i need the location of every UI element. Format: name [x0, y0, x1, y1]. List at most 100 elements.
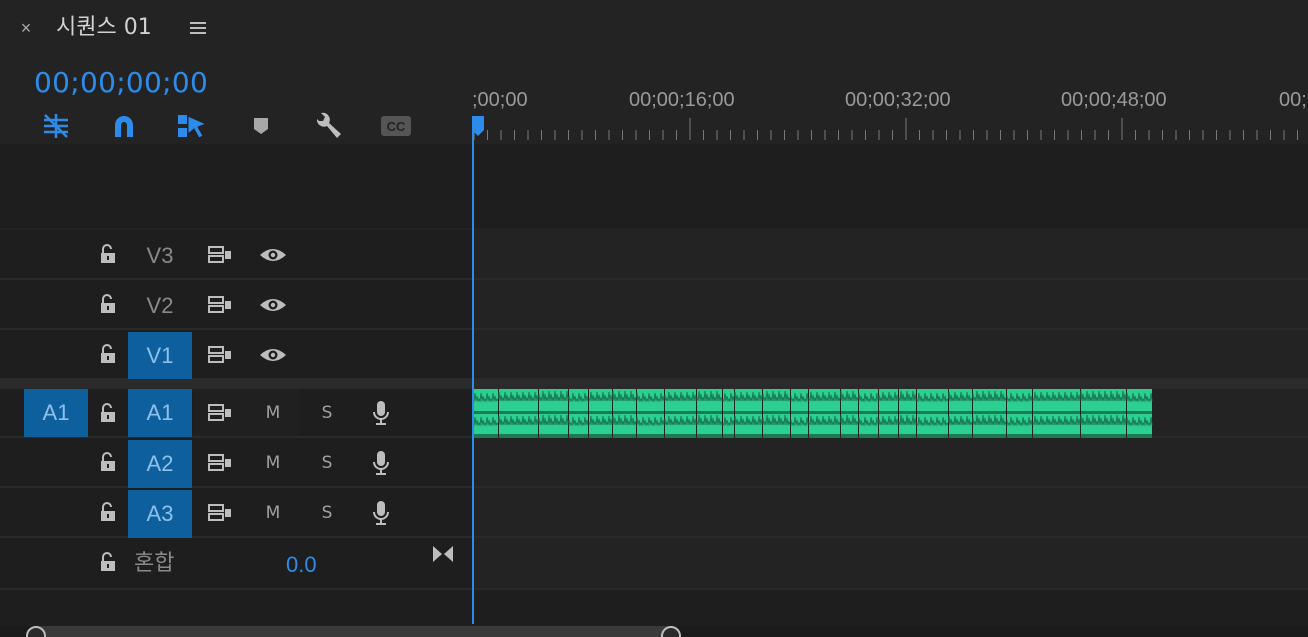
sync-lock-toggle[interactable]	[206, 451, 234, 475]
sync-lock-toggle[interactable]	[206, 401, 234, 425]
audio-clip-segment	[898, 389, 917, 438]
voice-over-record-button[interactable]	[370, 499, 392, 527]
track-target-a1[interactable]: A1	[128, 389, 192, 437]
ruler-label: 00;00;48;00	[1061, 89, 1167, 111]
timeline-settings-button[interactable]	[312, 110, 344, 142]
eye-icon	[260, 249, 286, 261]
audio-clip-segment	[808, 389, 841, 438]
playhead-timecode[interactable]: 00;00;00;00	[34, 66, 208, 100]
audio-clip-segment	[588, 389, 613, 438]
track-lock-toggle[interactable]	[96, 548, 120, 576]
track-target-v2[interactable]: V2	[128, 282, 192, 330]
track-lane-mix[interactable]	[473, 538, 1308, 590]
solo-track-button[interactable]: S	[315, 451, 339, 475]
track-target-v3[interactable]: V3	[128, 232, 192, 280]
track-output-toggle[interactable]	[258, 343, 288, 367]
microphone-icon	[373, 501, 389, 525]
ruler-label: 00;	[1279, 89, 1307, 111]
insert-nested-sequence-icon	[44, 114, 68, 138]
track-header-v2: V2	[0, 280, 472, 330]
track-output-toggle[interactable]	[258, 293, 288, 317]
linked-selection-button[interactable]	[176, 110, 208, 142]
video-audio-divider[interactable]	[0, 379, 1308, 389]
sequence-tab-title[interactable]: 시퀀스 01	[56, 14, 152, 42]
track-target-a2[interactable]: A2	[128, 440, 192, 488]
track-lane-v2[interactable]	[473, 280, 1308, 330]
sync-lock-toggle[interactable]	[206, 343, 234, 367]
unlock-icon	[101, 452, 115, 471]
voice-over-record-button[interactable]	[370, 399, 392, 427]
track-lock-toggle[interactable]	[96, 340, 120, 368]
mix-fit-button[interactable]	[430, 542, 456, 566]
track-lane-v3[interactable]	[473, 230, 1308, 280]
captions-button[interactable]: CC	[380, 110, 412, 142]
audio-clip-segment	[696, 389, 723, 438]
captions-cc-icon: CC	[381, 116, 411, 136]
track-target-v1[interactable]: V1	[128, 332, 192, 380]
source-patch-a1[interactable]: A1	[24, 389, 88, 437]
panel-menu-button[interactable]	[186, 16, 210, 40]
playhead-line[interactable]	[472, 118, 474, 624]
track-header-a2: A2 M S	[0, 438, 472, 488]
mute-track-button[interactable]: M	[261, 501, 285, 525]
unlock-icon	[101, 294, 115, 313]
add-marker-button[interactable]	[245, 110, 277, 142]
time-ruler[interactable]	[472, 114, 1308, 142]
track-header-v1: V1	[0, 330, 472, 380]
track-lane-v1[interactable]	[473, 330, 1308, 380]
sync-lock-toggle[interactable]	[206, 501, 234, 525]
solo-track-button[interactable]: S	[315, 401, 339, 425]
unlock-icon	[101, 502, 115, 521]
insert-nested-button[interactable]	[40, 110, 72, 142]
sync-lock-toggle[interactable]	[206, 243, 234, 267]
mute-track-button[interactable]: M	[261, 401, 285, 425]
track-target-a3[interactable]: A3	[128, 490, 192, 538]
mix-track-label: 혼합	[134, 551, 175, 576]
unlock-icon	[101, 244, 115, 263]
track-lock-toggle[interactable]	[96, 498, 120, 526]
unlock-icon	[101, 344, 115, 363]
audio-clip[interactable]	[473, 389, 1153, 438]
track-lane-a3[interactable]	[473, 488, 1308, 538]
ruler-label: 00;00;32;00	[845, 89, 951, 111]
audio-clip-segment	[498, 389, 539, 438]
mix-volume-value[interactable]: 0.0	[286, 550, 317, 580]
audio-clip-segment	[538, 389, 569, 438]
track-header-mix	[0, 538, 472, 590]
track-lock-toggle[interactable]	[96, 290, 120, 318]
track-lock-toggle[interactable]	[96, 399, 120, 427]
audio-clip-segment	[948, 389, 973, 438]
track-lane-a2[interactable]	[473, 438, 1308, 488]
horizontal-scroll-thumb[interactable]	[30, 626, 678, 637]
audio-clip-segment	[473, 389, 499, 438]
audio-clip-segment	[878, 389, 899, 438]
voice-over-record-button[interactable]	[370, 449, 392, 477]
audio-clip-segment	[722, 389, 735, 438]
mute-track-button[interactable]: M	[261, 451, 285, 475]
audio-clip-segment	[762, 389, 791, 438]
audio-clip-segment	[858, 389, 879, 438]
sync-lock-icon	[208, 346, 231, 363]
eye-icon	[260, 299, 286, 311]
track-lock-toggle[interactable]	[96, 240, 120, 268]
bowtie-icon	[433, 546, 453, 562]
wrench-icon	[316, 112, 341, 138]
close-panel-button[interactable]: ×	[14, 16, 38, 40]
audio-clip-segment	[840, 389, 859, 438]
audio-clip-segment	[972, 389, 1007, 438]
track-header-v3: V3	[0, 230, 472, 280]
audio-clip-segment	[790, 389, 809, 438]
ruler-label: 00;00;16;00	[629, 89, 735, 111]
audio-clip-segment	[612, 389, 637, 438]
track-output-toggle[interactable]	[258, 243, 288, 267]
eye-icon	[260, 349, 286, 361]
playhead-handle[interactable]	[472, 116, 484, 136]
audio-clip-segment	[1080, 389, 1127, 438]
solo-track-button[interactable]: S	[315, 501, 339, 525]
snap-button[interactable]	[108, 110, 140, 142]
track-lock-toggle[interactable]	[96, 448, 120, 476]
sync-lock-toggle[interactable]	[206, 293, 234, 317]
audio-clip-segment	[1006, 389, 1033, 438]
sync-lock-icon	[208, 504, 231, 521]
empty-track-area	[0, 590, 1308, 626]
